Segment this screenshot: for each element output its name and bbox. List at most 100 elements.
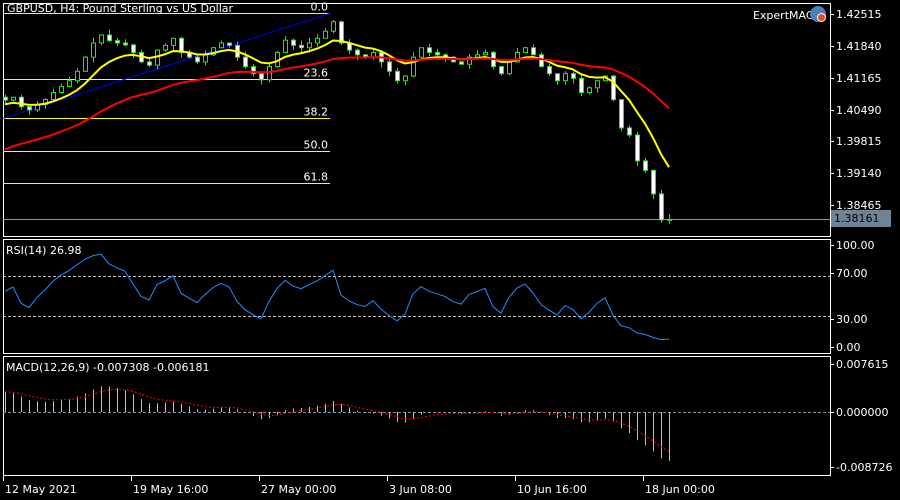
candle-body <box>51 92 56 101</box>
candle-body <box>635 134 640 162</box>
candle-body <box>435 51 440 56</box>
candle-body <box>315 37 320 44</box>
current-price-badge: 1.38161 <box>831 210 891 227</box>
price-tick-label: 1.42515 <box>836 8 882 21</box>
candle-body <box>627 127 632 136</box>
candle-body <box>547 66 552 75</box>
panel-frames <box>3 3 831 476</box>
candle <box>355 48 360 61</box>
candle-body <box>579 77 584 94</box>
candle-body <box>291 39 296 46</box>
candle-body <box>619 99 624 129</box>
candle <box>643 157 648 173</box>
fib-level-label: 38.2 <box>304 106 329 119</box>
candle <box>403 75 408 86</box>
time-tick-label: 19 May 16:00 <box>133 483 208 496</box>
candle <box>267 64 272 83</box>
candle-body <box>587 87 592 94</box>
candle <box>123 39 128 47</box>
axes: 1.42515 1.41840 1.41165 1.40490 1.39815 1.391… <box>3 8 892 496</box>
macd-title: MACD(12,26,9) -0.007308 -0.006181 <box>6 361 210 374</box>
candle <box>347 39 352 55</box>
candle-body <box>403 75 408 82</box>
rsi-title: RSI(14) 26.98 <box>6 244 82 257</box>
candle-body <box>419 47 424 58</box>
macd-panel-frame <box>3 356 831 476</box>
time-tick-label: 18 Jun 00:00 <box>645 483 715 496</box>
fib-level-label: 50.0 <box>304 139 329 152</box>
candle <box>251 64 256 77</box>
candle <box>187 49 192 59</box>
rsi-tick-label: 100.00 <box>836 239 875 252</box>
candle <box>91 37 96 63</box>
candle-body <box>323 30 328 39</box>
candle-body <box>667 218 672 221</box>
candle <box>611 74 616 102</box>
candle-body <box>219 42 224 49</box>
candle <box>627 125 632 138</box>
candle-body <box>59 85 64 94</box>
candle-body <box>331 21 336 32</box>
rsi-panel-frame <box>3 239 831 354</box>
candle <box>411 52 416 78</box>
candle-body <box>115 40 120 44</box>
candle-body <box>3 96 8 101</box>
candle-body <box>595 80 600 89</box>
candle-body <box>475 54 480 58</box>
candle <box>659 190 664 223</box>
candle <box>667 214 672 224</box>
candle <box>115 38 120 47</box>
macd-tick-label: 0.000000 <box>836 406 889 419</box>
candle-body <box>531 47 536 56</box>
candle <box>587 86 592 95</box>
time-tick-label: 12 May 2021 <box>5 483 77 496</box>
candle <box>163 43 168 53</box>
time-tick-label: 3 Jun 08:00 <box>389 483 452 496</box>
candle <box>83 56 88 72</box>
price-tick-label: 1.39815 <box>836 135 882 148</box>
candle-body <box>507 61 512 75</box>
candle-body <box>523 47 528 53</box>
candle <box>107 29 112 42</box>
candle <box>219 40 224 49</box>
price-tick-label: 1.39140 <box>836 167 882 180</box>
candle-body <box>259 73 264 81</box>
macd-tick-label: -0.008726 <box>836 461 892 474</box>
candle <box>67 76 72 88</box>
candle-body <box>651 169 656 195</box>
candle-body <box>355 49 360 56</box>
rsi-tick-label: 30.00 <box>836 313 868 326</box>
ma-slow-line <box>4 56 670 151</box>
candle-body <box>307 42 312 49</box>
candle-body <box>203 54 208 63</box>
candle-body <box>427 47 432 53</box>
time-tick-label: 10 Jun 16:00 <box>517 483 587 496</box>
candle <box>427 43 432 57</box>
candle-body <box>19 96 24 108</box>
time-tick-label: 27 May 00:00 <box>261 483 336 496</box>
candle <box>19 94 24 110</box>
candle <box>651 169 656 200</box>
candle <box>475 50 480 58</box>
price-tick-label: 1.41840 <box>836 40 882 53</box>
macd-signal-line <box>4 388 670 452</box>
rsi-panel[interactable] <box>3 253 830 341</box>
expert-advisor-icon[interactable] <box>810 6 826 22</box>
candle <box>595 80 600 93</box>
candle <box>227 42 232 48</box>
fib-level-label: 0.0 <box>311 1 329 14</box>
candle-body <box>123 42 128 46</box>
candle-body <box>483 51 488 56</box>
candle-body <box>243 56 248 68</box>
candle-body <box>163 44 168 51</box>
candle-body <box>659 193 664 221</box>
candle-body <box>395 70 400 82</box>
candle <box>571 71 576 84</box>
macd-panel[interactable] <box>3 386 830 461</box>
candle-body <box>147 61 152 66</box>
candle <box>51 88 56 101</box>
candle <box>379 51 384 68</box>
price-panel[interactable]: 0.0 23.6 38.2 50.0 61.8 <box>2 1 830 224</box>
candle-body <box>499 66 504 75</box>
candle-body <box>339 21 344 44</box>
